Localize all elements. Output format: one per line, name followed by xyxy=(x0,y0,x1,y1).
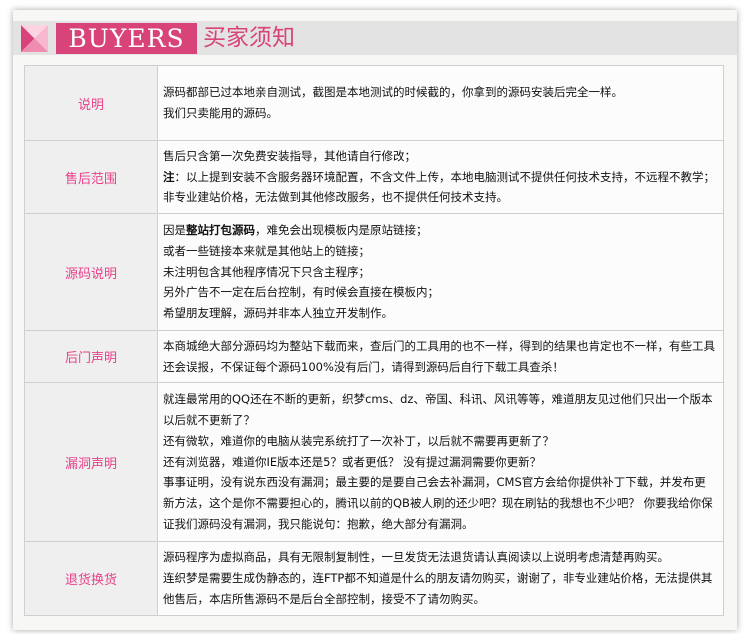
note-text: ：以上提到安装不含服务器环境配置，不含文件上传，本地电脑测试不提供任何技术支持，… xyxy=(174,169,716,184)
buyers-notice-panel: BUYERS 买家须知 说明 源码都部已过本地亲自测试，截图是本地测试的时候截的… xyxy=(13,10,737,630)
pink-diamond-icon xyxy=(21,25,48,52)
text: ，难免会出现模板内是原站链接； xyxy=(255,223,428,237)
content-paragraph: 源码程序为虚拟商品，具有无限制复制性，一旦发货无法退货请认真阅读以上说明考虑清楚… xyxy=(163,550,669,565)
content-line: 我们只卖能用的源码。 xyxy=(163,106,278,120)
content-paragraph: 还有浏览器，难道你IE版本还是5？或者更低？ 没有提过漏洞需要你更新？ xyxy=(163,454,542,469)
row-content: 源码程序为虚拟商品，具有无限制复制性，一旦发货无法退货请认真阅读以上说明考虑清楚… xyxy=(157,541,724,616)
content-paragraph: 连织梦是需要生成伪静态的，连FTP都不知道是什么的朋友请勿购买，谢谢了，非专业建… xyxy=(163,571,713,606)
table-row: 退货换货 源码程序为虚拟商品，具有无限制复制性，一旦发货无法退货请认真阅读以上说… xyxy=(24,541,724,616)
table-row: 售后范围 售后只含第一次免费安装指导，其他请自行修改； 注：以上提到安装不含服务… xyxy=(24,140,724,214)
row-content: 源码都部已过本地亲自测试，截图是本地测试的时候截的，你拿到的源码安装后完全一样。… xyxy=(157,65,724,141)
table-row: 漏洞声明 就连最常用的QQ还在不断的更新，织梦cms、dz、帝国、科讯、风讯等等… xyxy=(24,382,724,542)
content-paragraph: 就连最常用的QQ还在不断的更新，织梦cms、dz、帝国、科讯、风讯等等，难道朋友… xyxy=(163,392,713,427)
row-content: 售后只含第一次免费安装指导，其他请自行修改； 注：以上提到安装不含服务器环境配置… xyxy=(157,140,724,214)
content-line: 源码都部已过本地亲自测试，截图是本地测试的时候截的，你拿到的源码安装后完全一样。 xyxy=(163,85,623,100)
bold-text: 整站打包源码 xyxy=(186,223,255,237)
notice-table: 说明 源码都部已过本地亲自测试，截图是本地测试的时候截的，你拿到的源码安装后完全… xyxy=(24,65,724,616)
row-label: 退货换货 xyxy=(24,541,158,616)
row-label: 售后范围 xyxy=(24,140,158,214)
table-row: 说明 源码都部已过本地亲自测试，截图是本地测试的时候截的，你拿到的源码安装后完全… xyxy=(24,65,724,141)
buyers-badge: BUYERS xyxy=(56,23,197,54)
row-label: 源码说明 xyxy=(24,213,158,331)
text: 因是 xyxy=(163,223,186,237)
table-row: 后门声明 本商城绝大部分源码均为整站下载而来，查后门的工具用的也不一样，得到的结… xyxy=(24,330,724,383)
content-line: 另外广告不一定在后台控制，有时候会直接在模板内； xyxy=(163,285,439,300)
content-line: 注：以上提到安装不含服务器环境配置，不含文件上传，本地电脑测试不提供任何技术支持… xyxy=(163,167,717,188)
content-line: 希望朋友理解，源码并非本人独立开发制作。 xyxy=(163,306,393,321)
table-row: 源码说明 因是整站打包源码，难免会出现模板内是原站链接； 或者一些链接本来就是其… xyxy=(24,213,724,331)
content-line: 非专业建站价格，无法做到其他修改服务，也不提供任何技术支持。 xyxy=(163,190,508,205)
row-content: 本商城绝大部分源码均为整站下载而来，查后门的工具用的也不一样，得到的结果也肯定也… xyxy=(157,330,724,383)
content-line: 因是整站打包源码，难免会出现模板内是原站链接； xyxy=(163,220,717,241)
row-content: 就连最常用的QQ还在不断的更新，织梦cms、dz、帝国、科讯、风讯等等，难道朋友… xyxy=(157,382,724,542)
note-bold: 注 xyxy=(163,169,175,184)
content-line: 未注明包含其他程序情况下只含主程序； xyxy=(163,264,370,279)
row-content: 因是整站打包源码，难免会出现模板内是原站链接； 或者一些链接本来就是其他站上的链… xyxy=(157,213,724,331)
row-label: 说明 xyxy=(24,65,158,141)
page-title: 买家须知 xyxy=(203,25,295,51)
content-paragraph: 事事证明，没有说东西没有漏洞；最主要的是要自己会去补漏洞，CMS官方会给你提供补… xyxy=(163,475,713,531)
row-label: 后门声明 xyxy=(24,330,158,383)
content-paragraph: 还有微软，难道你的电脑从装完系统打了一次补丁，以后就不需要再更新了？ xyxy=(163,433,554,448)
content-line: 售后只含第一次免费安装指导，其他请自行修改； xyxy=(163,148,416,163)
content-paragraph: 本商城绝大部分源码均为整站下载而来，查后门的工具用的也不一样，得到的结果也肯定也… xyxy=(163,338,715,374)
row-label: 漏洞声明 xyxy=(24,382,158,542)
content-line: 或者一些链接本来就是其他站上的链接； xyxy=(163,243,370,258)
